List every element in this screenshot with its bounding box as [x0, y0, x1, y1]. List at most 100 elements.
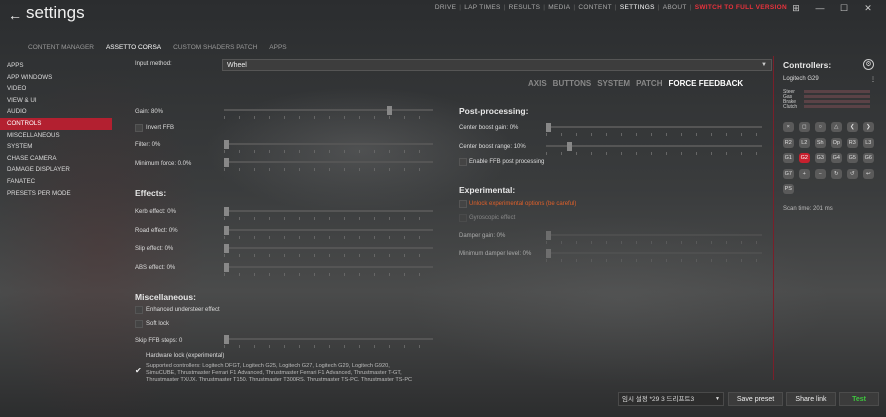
- enhanced-understeer-label: Enhanced understeer effect: [146, 307, 220, 313]
- soft-lock-checkbox[interactable]: [135, 320, 143, 328]
- slider-track: [224, 338, 433, 340]
- more-options-icon[interactable]: ⋮: [870, 76, 876, 83]
- menu-item-app-windows[interactable]: APP WINDOWS: [0, 72, 112, 84]
- controller-button: L2: [799, 137, 810, 148]
- chevron-down-icon: ▼: [761, 62, 767, 68]
- slider-thumb[interactable]: [224, 140, 229, 149]
- slider-ticks: [224, 150, 433, 153]
- menu-item-chase-camera[interactable]: CHASE CAMERA: [0, 153, 112, 165]
- center-boost-gain-slider[interactable]: [546, 123, 762, 136]
- menu-item-system[interactable]: SYSTEM: [0, 141, 112, 153]
- slider-thumb[interactable]: [224, 207, 229, 216]
- subnav-content-manager[interactable]: CONTENT MANAGER: [28, 44, 94, 51]
- minimum-damper-slider[interactable]: [546, 249, 762, 262]
- minimum-force-slider[interactable]: [224, 158, 433, 171]
- controller-button: ❯: [863, 122, 874, 132]
- slider-thumb[interactable]: [546, 231, 551, 240]
- top-nav-content[interactable]: CONTENT: [575, 4, 615, 11]
- controllers-heading: Controllers:: [783, 60, 832, 70]
- slider-track: [546, 145, 762, 147]
- unlock-experimental-checkbox[interactable]: [459, 200, 467, 208]
- slider-thumb[interactable]: [224, 226, 229, 235]
- effect-slider[interactable]: [224, 207, 433, 220]
- enable-ffb-post-label: Enable FFB post processing: [469, 159, 545, 165]
- share-link-button[interactable]: Share link: [786, 392, 836, 406]
- test-button[interactable]: Test: [839, 392, 879, 406]
- slider-thumb[interactable]: [224, 335, 229, 344]
- filter-label: Filter: 0%: [135, 142, 161, 148]
- window-menu-icon[interactable]: ⊞: [784, 0, 808, 16]
- effect-slider[interactable]: [224, 226, 433, 239]
- slider-thumb[interactable]: [224, 244, 229, 253]
- menu-item-miscellaneous[interactable]: MISCELLANEOUS: [0, 130, 112, 142]
- tab-patch[interactable]: PATCH: [636, 79, 662, 88]
- slider-ticks: [546, 152, 762, 155]
- top-nav-switch-to-full-version[interactable]: SWITCH TO FULL VERSION: [692, 4, 790, 11]
- controller-button: Op: [831, 137, 842, 148]
- filter-slider[interactable]: [224, 140, 433, 153]
- close-icon[interactable]: ✕: [856, 0, 880, 16]
- effect-slider[interactable]: [224, 263, 433, 276]
- slider-thumb[interactable]: [224, 263, 229, 272]
- tab-force-feedback[interactable]: FORCE FEEDBACK: [668, 79, 743, 88]
- subnav-apps[interactable]: APPS: [269, 44, 286, 51]
- menu-item-fanatec[interactable]: FANATEC: [0, 176, 112, 188]
- subnav-assetto-corsa[interactable]: ASSETTO CORSA: [106, 44, 161, 51]
- menu-item-controls[interactable]: CONTROLS: [0, 117, 112, 130]
- maximize-icon[interactable]: ☐: [832, 0, 856, 16]
- left-menu: APPS APP WINDOWS VIDEO VIEW & UI AUDIO CONTRO…: [0, 60, 112, 199]
- slider-thumb[interactable]: [546, 123, 551, 132]
- gyroscopic-checkbox[interactable]: [459, 214, 467, 222]
- slider-thumb[interactable]: [224, 158, 229, 167]
- top-nav-media[interactable]: MEDIA: [545, 4, 573, 11]
- menu-item-view-ui[interactable]: VIEW & UI: [0, 95, 112, 107]
- slider-track: [546, 252, 762, 254]
- window-controls: ⊞ — ☐ ✕: [784, 0, 880, 16]
- input-method-select[interactable]: Wheel ▼: [222, 59, 772, 71]
- menu-item-video[interactable]: VIDEO: [0, 83, 112, 95]
- scan-time: Scan time: 201 ms: [783, 206, 833, 212]
- slider-thumb[interactable]: [387, 106, 393, 115]
- invert-ffb-checkbox[interactable]: [135, 124, 143, 132]
- controller-device-name: Logitech G29: [783, 76, 819, 82]
- minimize-icon[interactable]: —: [808, 0, 832, 16]
- hardware-lock-checkbox[interactable]: ✔: [135, 367, 143, 375]
- top-nav-drive[interactable]: DRIVE: [432, 4, 459, 11]
- preset-select[interactable]: 임시 설정 *29 3 드리프트3 ▼: [618, 392, 724, 406]
- slider-ticks: [224, 116, 433, 119]
- subnav-custom-shaders-patch[interactable]: CUSTOM SHADERS PATCH: [173, 44, 257, 51]
- menu-item-apps[interactable]: APPS: [0, 60, 112, 72]
- gain-slider[interactable]: [224, 106, 433, 119]
- tab-axis[interactable]: AXIS: [528, 79, 547, 88]
- gear-icon[interactable]: ⚙: [863, 59, 874, 70]
- tab-buttons[interactable]: BUTTONS: [553, 79, 592, 88]
- miscellaneous-heading: Miscellaneous:: [135, 292, 196, 302]
- save-preset-button[interactable]: Save preset: [728, 392, 783, 406]
- top-nav-results[interactable]: RESULTS: [506, 4, 544, 11]
- slider-track: [224, 266, 433, 268]
- slider-thumb[interactable]: [567, 142, 573, 151]
- back-arrow-icon[interactable]: ←: [8, 7, 24, 23]
- top-nav-about[interactable]: ABOUT: [660, 4, 690, 11]
- menu-item-audio[interactable]: AUDIO: [0, 106, 112, 118]
- tab-system[interactable]: SYSTEM: [597, 79, 630, 88]
- menu-item-damage-displayer[interactable]: DAMAGE DISPLAYER: [0, 164, 112, 176]
- hardware-lock-title: Hardware lock (experimental): [146, 353, 225, 359]
- center-boost-range-label: Center boost range: 10%: [459, 144, 526, 150]
- controller-button: ×: [783, 122, 794, 132]
- top-nav-lap-times[interactable]: LAP TIMES: [461, 4, 503, 11]
- slider-track: [224, 161, 433, 163]
- axis-bar: [804, 90, 870, 93]
- slider-thumb[interactable]: [546, 249, 551, 258]
- skip-ffb-steps-slider[interactable]: [224, 335, 433, 348]
- slider-ticks: [546, 133, 762, 136]
- controllers-panel: Controllers: ⚙ Logitech G29 ⋮ Steer Gas Br…: [773, 56, 886, 380]
- menu-item-presets-per-mode[interactable]: PRESETS PER MODE: [0, 188, 112, 200]
- damper-gain-slider[interactable]: [546, 231, 762, 244]
- effect-slider[interactable]: [224, 244, 433, 257]
- enhanced-understeer-checkbox[interactable]: [135, 306, 143, 314]
- top-nav-settings[interactable]: SETTINGS: [617, 4, 658, 11]
- effect-label: ABS effect: 0%: [135, 265, 176, 271]
- center-boost-range-slider[interactable]: [546, 142, 762, 155]
- enable-ffb-post-checkbox[interactable]: [459, 158, 467, 166]
